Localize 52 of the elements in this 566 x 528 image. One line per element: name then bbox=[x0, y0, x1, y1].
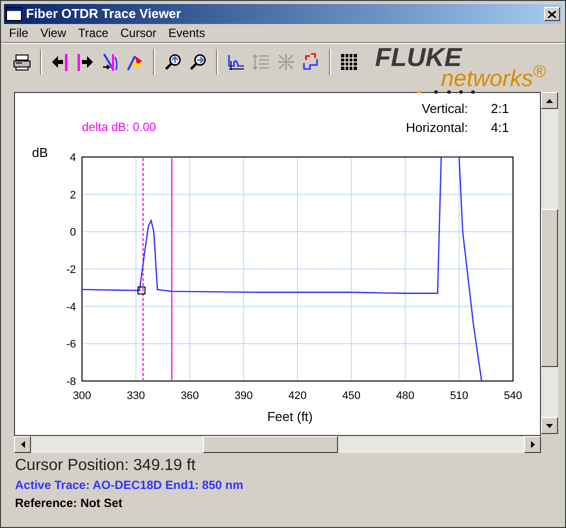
x-tick-label: 420 bbox=[288, 390, 307, 402]
cursor-line[interactable] bbox=[142, 158, 144, 380]
dots-icon bbox=[417, 90, 475, 94]
right-arrow-icon bbox=[530, 441, 534, 448]
window-icon bbox=[6, 7, 22, 21]
scroll-right-button[interactable] bbox=[524, 436, 541, 453]
y-tick-label: 2 bbox=[70, 189, 76, 202]
scroll-up-button[interactable] bbox=[541, 92, 558, 109]
x-tick-label: 540 bbox=[504, 390, 522, 402]
y-tick-label: -6 bbox=[66, 338, 76, 351]
up-arrow-icon bbox=[546, 98, 553, 102]
x-tick-label: 330 bbox=[126, 390, 146, 402]
x-tick-label: 510 bbox=[450, 390, 468, 402]
scroll-down-button[interactable] bbox=[541, 417, 558, 434]
close-button[interactable] bbox=[544, 7, 560, 21]
delta-reading: delta dB: 0.00 bbox=[82, 120, 156, 134]
down-arrow-icon bbox=[546, 424, 553, 428]
y-tick-label: 4 bbox=[70, 152, 76, 164]
y-tick-label: -2 bbox=[66, 264, 76, 276]
y-tick-label: -4 bbox=[66, 301, 76, 314]
x-tick-label: 480 bbox=[396, 390, 414, 402]
menu-item[interactable]: Trace bbox=[72, 24, 114, 42]
menu-item[interactable]: Events bbox=[162, 24, 212, 42]
scale-label: Vertical: bbox=[422, 101, 468, 116]
scale-label: Horizontal: bbox=[406, 120, 468, 135]
x-tick-label: 360 bbox=[180, 390, 199, 402]
scale-value: 4:1 bbox=[490, 120, 509, 135]
x-tick-label: 300 bbox=[72, 390, 92, 402]
scale-value: 2:1 bbox=[490, 101, 509, 116]
y-axis-label: dB bbox=[32, 145, 48, 160]
menu-item[interactable]: File bbox=[3, 24, 34, 42]
left-arrow-icon bbox=[20, 441, 24, 448]
logo-brand: FLUKE bbox=[375, 46, 462, 68]
scroll-thumb[interactable] bbox=[541, 209, 558, 367]
horizontal-scrollbar[interactable] bbox=[14, 436, 541, 453]
scroll-left-button[interactable] bbox=[14, 436, 31, 453]
window-title: Fiber OTDR Trace Viewer bbox=[26, 5, 182, 24]
x-tick-label: 450 bbox=[342, 390, 361, 402]
menu-item[interactable]: Cursor bbox=[114, 24, 162, 42]
table-button[interactable] bbox=[338, 51, 360, 73]
x-axis-label: Feet (ft) bbox=[267, 409, 313, 424]
x-tick-label: 390 bbox=[234, 390, 253, 402]
y-tick-label: 0 bbox=[70, 226, 76, 239]
close-icon bbox=[548, 10, 556, 18]
active-trace: Active Trace: AO-DEC18D End1: 850 nm bbox=[15, 477, 244, 494]
cursor-position: Cursor Position: 349.19 ft bbox=[15, 456, 197, 476]
vertical-scrollbar[interactable] bbox=[541, 92, 558, 434]
scroll-thumb[interactable] bbox=[203, 436, 338, 453]
y-tick-label: -8 bbox=[66, 376, 76, 388]
menu-item[interactable]: View bbox=[34, 24, 72, 42]
marker-square bbox=[138, 286, 146, 294]
reference-status: Reference: Not Set bbox=[15, 495, 124, 512]
